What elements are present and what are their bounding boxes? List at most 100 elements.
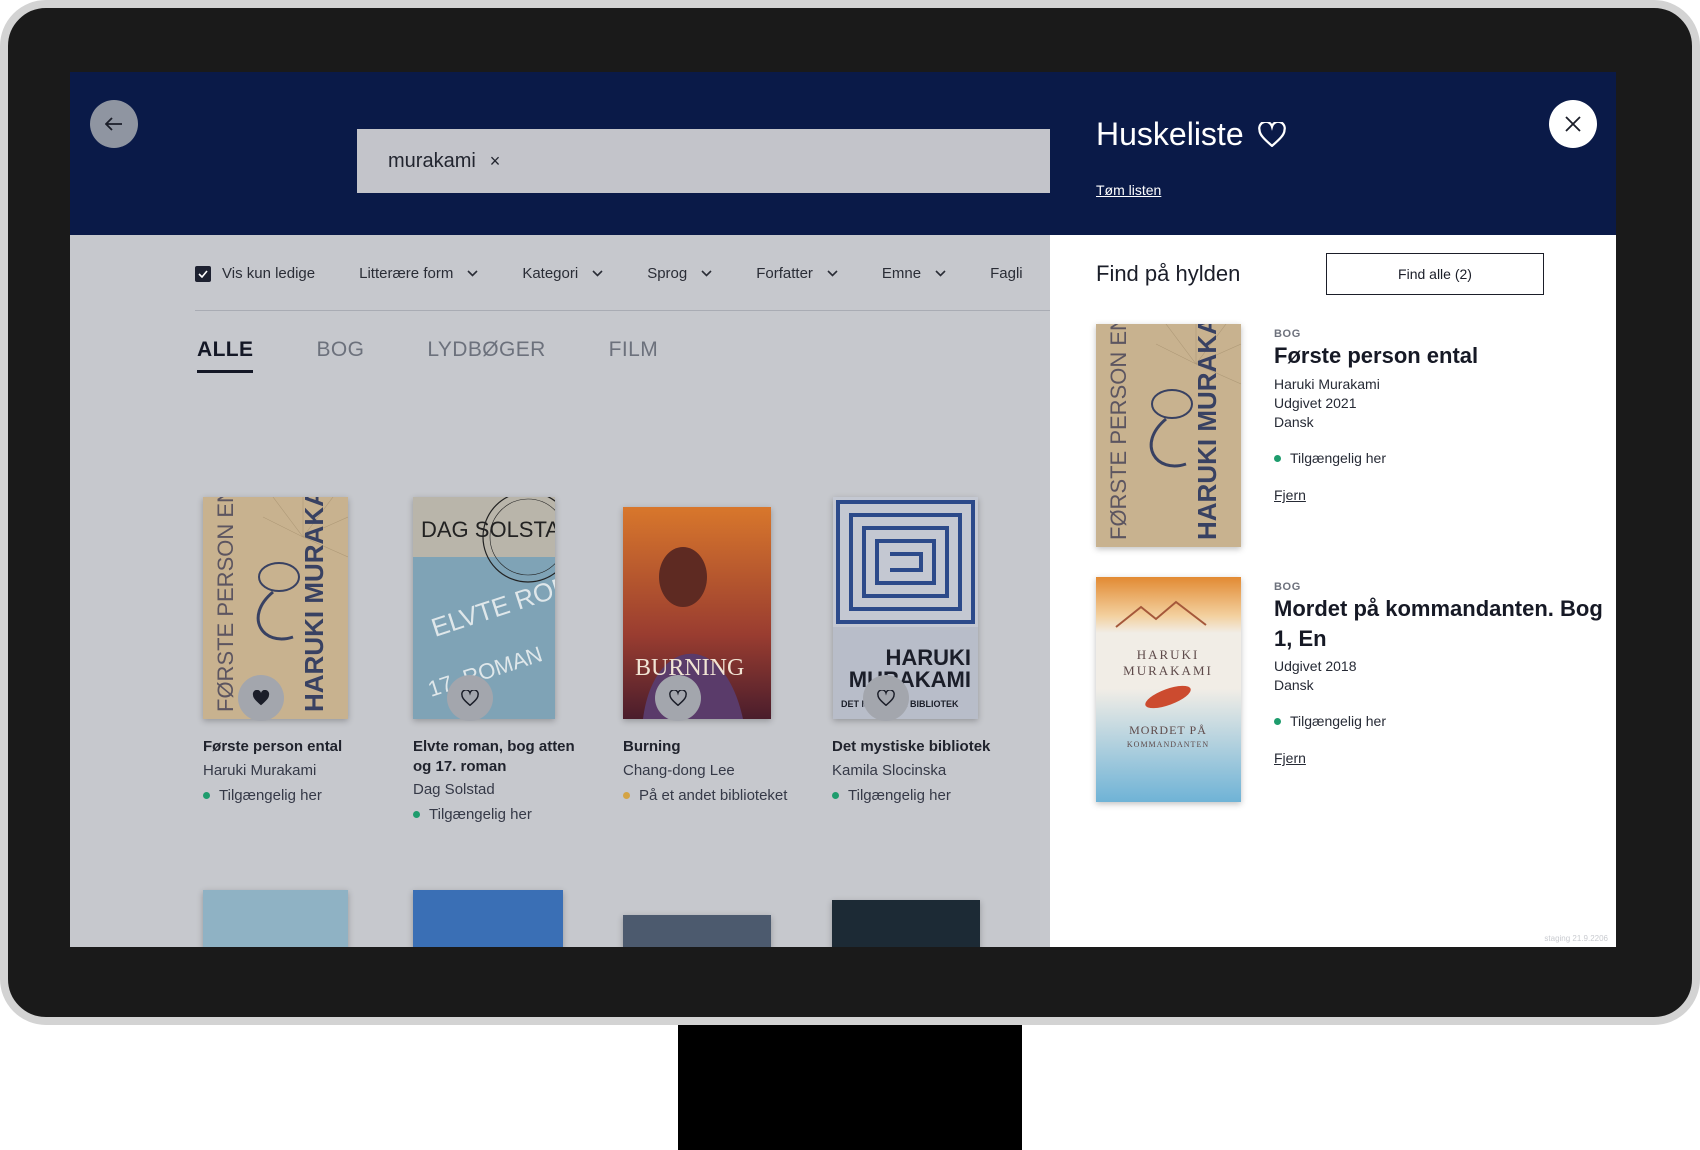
tab-all[interactable]: ALLE — [197, 338, 254, 373]
item-language: Dansk — [1274, 414, 1314, 430]
wishlist-title-text: Huskeliste — [1096, 116, 1244, 152]
status-text: Tilgængelig her — [1290, 713, 1386, 729]
status-text: Tilgængelig her — [1290, 450, 1386, 466]
heart-outline-icon — [461, 690, 479, 706]
result-title[interactable]: Det mystiske bibliotek — [832, 737, 1022, 757]
filter-bar: Vis kun ledige Litterære form Kategori S… — [195, 261, 1050, 311]
search-query: murakami — [388, 149, 476, 172]
book-cover[interactable] — [203, 890, 348, 947]
chevron-down-icon — [701, 270, 712, 277]
arrow-left-icon — [105, 117, 122, 131]
availability-status: Tilgængelig her — [1274, 713, 1386, 729]
checkbox-checked-icon[interactable] — [195, 265, 211, 282]
result-title[interactable]: Burning — [623, 737, 793, 757]
status-dot-icon — [832, 792, 839, 799]
type-tabs: ALLE BOG LYDBØGER FILM — [197, 338, 721, 373]
status-dot-icon — [1274, 454, 1281, 462]
wishlist-title: Huskeliste — [1096, 116, 1286, 153]
save-favorite-button[interactable] — [238, 675, 284, 721]
filter-label: Fagli — [990, 265, 1023, 282]
filter-more[interactable]: Fagli — [990, 261, 1023, 282]
availability-status: Tilgængelig her — [203, 787, 322, 804]
cover-author-text: HARUKI MURAKAMI — [299, 497, 329, 712]
book-cover[interactable] — [413, 890, 563, 947]
result-author: Haruki Murakami — [203, 762, 317, 779]
chevron-down-icon — [935, 270, 946, 277]
book-cover[interactable]: HARUKI MURAKAMI MORDET PÅ KOMMANDANTEN — [1096, 577, 1241, 802]
status-dot-icon — [413, 811, 420, 818]
cover-title-text: FØRSTE PERSON ENTAL — [1106, 324, 1131, 540]
availability-status: Tilgængelig her — [1274, 450, 1386, 466]
search-input[interactable]: murakami × — [357, 129, 1050, 193]
item-language: Dansk — [1274, 677, 1314, 693]
result-author: Chang-dong Lee — [623, 762, 735, 779]
clear-list-link[interactable]: Tøm listen — [1096, 182, 1161, 198]
filter-label: Litterære form — [359, 265, 454, 282]
status-text: Tilgængelig her — [848, 787, 951, 804]
heart-outline-icon — [669, 690, 687, 706]
status-dot-icon — [203, 792, 210, 799]
tab-audiobooks[interactable]: LYDBØGER — [427, 338, 545, 373]
availability-status: Tilgængelig her — [832, 787, 951, 804]
filter-label: Kategori — [522, 265, 579, 282]
tab-books[interactable]: BOG — [316, 338, 364, 373]
remove-item-link[interactable]: Fjern — [1274, 750, 1306, 766]
availability-status: Tilgængelig her — [413, 806, 532, 823]
back-button[interactable] — [90, 100, 138, 148]
status-text: Tilgængelig her — [429, 806, 532, 823]
cover-title-text: MORDET PÅ — [1129, 723, 1207, 737]
tab-films[interactable]: FILM — [609, 338, 658, 373]
item-type: BOG — [1274, 581, 1301, 593]
cover-title-text: KOMMANDANTEN — [1127, 740, 1209, 749]
chevron-down-icon — [592, 270, 603, 277]
wishlist-panel: Find på hylden Find alle (2) FØRSTE PERS… — [1050, 235, 1616, 947]
cover-author-text: HARUKI — [1137, 647, 1200, 662]
wishlist-panel-header: Huskeliste Tøm listen — [1050, 72, 1616, 235]
top-bar: murakami × — [70, 72, 1050, 235]
status-text: Tilgængelig her — [219, 787, 322, 804]
filter-available-only[interactable]: Vis kun ledige — [195, 261, 315, 282]
book-cover[interactable]: FØRSTE PERSON ENTAL HARUKI MURAKAMI — [1096, 324, 1241, 547]
book-cover[interactable] — [623, 915, 771, 947]
filter-category[interactable]: Kategori — [522, 261, 603, 282]
filter-subject[interactable]: Emne — [882, 261, 946, 282]
filter-label: Sprog — [647, 265, 688, 282]
filter-label: Vis kun ledige — [222, 265, 316, 282]
cover-title-text: ELVTE ROMAN — [428, 557, 555, 643]
find-on-shelf-heading: Find på hylden — [1096, 261, 1241, 286]
status-text: På et andet biblioteket — [639, 787, 788, 804]
screen: murakami × Vis kun ledige Litterære form… — [70, 72, 1616, 947]
chevron-down-icon — [467, 270, 478, 277]
result-author: Kamila Slocinska — [832, 762, 947, 779]
cover-author-text: HARUKI MURAKAMI — [1192, 324, 1222, 540]
monitor-stand — [678, 1025, 1022, 1150]
availability-status: På et andet biblioteket — [623, 787, 787, 804]
filter-language[interactable]: Sprog — [647, 261, 712, 282]
status-dot-icon — [1274, 717, 1281, 725]
filter-label: Forfatter — [756, 265, 813, 282]
staging-version: staging 21.9.2206 — [1544, 934, 1608, 943]
clear-search-button[interactable]: × — [490, 151, 501, 172]
save-favorite-button[interactable] — [447, 675, 493, 721]
search-results: Vis kun ledige Litterære form Kategori S… — [70, 235, 1050, 947]
close-icon — [1565, 116, 1581, 132]
save-favorite-button[interactable] — [863, 675, 909, 721]
item-title[interactable]: Første person ental — [1274, 341, 1604, 371]
book-cover[interactable] — [832, 900, 980, 947]
filter-author[interactable]: Forfatter — [756, 261, 838, 282]
status-dot-icon — [623, 792, 630, 799]
item-author: Haruki Murakami — [1274, 376, 1380, 392]
item-published: Udgivet 2021 — [1274, 395, 1357, 411]
cover-author-text: DAG SOLSTAD — [421, 517, 555, 542]
remove-item-link[interactable]: Fjern — [1274, 487, 1306, 503]
item-title[interactable]: Mordet på kommandanten. Bog 1, En — [1274, 594, 1604, 654]
heart-outline-icon — [1257, 122, 1286, 147]
item-type: BOG — [1274, 328, 1301, 340]
close-panel-button[interactable] — [1549, 100, 1597, 148]
filter-label: Emne — [881, 265, 922, 282]
filter-literary-form[interactable]: Litterære form — [359, 261, 478, 282]
save-favorite-button[interactable] — [655, 675, 701, 721]
find-all-button[interactable]: Find alle (2) — [1326, 253, 1544, 295]
result-title[interactable]: Elvte roman, bog atten og 17. roman — [413, 737, 583, 777]
result-title[interactable]: Første person ental — [203, 737, 383, 757]
